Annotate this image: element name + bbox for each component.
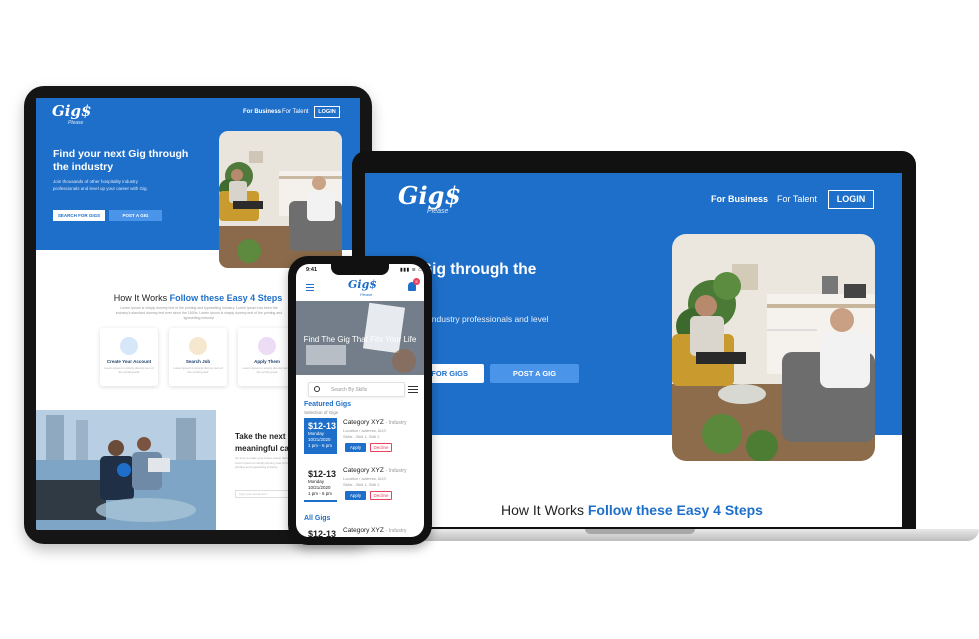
laptop-hero-photo — [672, 234, 875, 461]
job-industry: - Industry — [385, 528, 407, 534]
tablet-search-gigs-button[interactable]: SEARCH FOR GIGS — [53, 210, 105, 221]
job-category-name: Category XYZ — [343, 467, 384, 474]
phone-logo-tagline: Please — [360, 292, 373, 297]
laptop-nav-for-talent[interactable]: For Talent — [777, 194, 817, 204]
search-input[interactable]: Search By Skills — [308, 382, 405, 397]
featured-gigs-title: Featured Gigs — [304, 401, 352, 408]
tablet-take-next-step-text: It's time to make your future career dec… — [235, 456, 294, 469]
step-text: Lorem Ipsum is simply dummy text of the … — [104, 366, 154, 374]
step-text: Lorem Ipsum is simply dummy text of the … — [173, 366, 223, 374]
job-date-block: $12-13 Monday 10/21/2020 1 pm - 6 pm — [304, 466, 337, 502]
user-icon — [120, 337, 138, 355]
tablet-meeting-photo — [36, 410, 216, 530]
job-price: $12-13 — [308, 529, 337, 537]
tablet-how-prefix: How It Works — [113, 293, 168, 303]
job-skills: Skills - Skill 1, Skill 2 — [343, 434, 380, 439]
job-category: Category XYZ - Industry — [343, 467, 406, 474]
job-category-name: Category XYZ — [343, 419, 384, 426]
tablet-step-card[interactable]: Create Your Account Lorem Ipsum is simpl… — [100, 328, 158, 386]
job-location: Location / address, AUS — [343, 476, 386, 481]
tablet-email-input[interactable]: Type your email here — [235, 490, 295, 498]
step-title: Search Job — [185, 359, 211, 364]
job-category-name: Category XYZ — [343, 527, 384, 534]
featured-gigs-subtitle: Selection of Gigs — [304, 410, 339, 415]
job-date-block: $12-13 — [304, 526, 337, 537]
filter-icon[interactable] — [408, 386, 418, 394]
laptop-how-prefix: How It Works — [501, 502, 584, 518]
search-icon — [189, 337, 207, 355]
tablet-step-card[interactable]: Search Job Lorem Ipsum is simply dummy t… — [169, 328, 227, 386]
tablet-login-button[interactable]: LOGIN — [314, 106, 340, 118]
apply-button[interactable]: Apply — [345, 491, 366, 500]
tablet-hero-photo — [219, 131, 342, 268]
job-skills: Skills - Skill 1, Skill 2 — [343, 482, 380, 487]
laptop-login-button[interactable]: LOGIN — [828, 190, 874, 209]
tablet-headline: Find your next Gig through the industry — [53, 148, 189, 173]
laptop-nav-for-business[interactable]: For Business — [711, 194, 768, 204]
laptop-logo-tagline: Please — [427, 208, 449, 215]
job-category: Category XYZ - Industry — [343, 527, 406, 534]
job-location: Location / address, AUS — [343, 428, 386, 433]
phone-banner: Find The Gig That Fits Your Life — [296, 301, 424, 375]
laptop-post-gig-button[interactable]: POST A GIG — [490, 364, 579, 383]
laptop-notch — [585, 529, 695, 534]
hamburger-menu-icon[interactable] — [306, 284, 314, 291]
search-placeholder: Search By Skills — [331, 387, 368, 393]
job-price: $12-13 — [308, 421, 337, 431]
step-text: Lorem Ipsum is simply dummy text of the … — [242, 366, 292, 374]
job-card[interactable]: $12-13 Monday 10/21/2020 1 pm - 6 pm Cat… — [304, 466, 424, 510]
status-time: 9:41 — [306, 267, 318, 273]
decline-button[interactable]: Decline — [370, 491, 392, 500]
tablet-post-gig-button[interactable]: POST A GIG — [109, 210, 162, 221]
tablet-logo-tagline: Please — [68, 120, 84, 126]
job-date-block: $12-13 Monday 10/21/2020 1 pm - 6 pm — [304, 418, 337, 454]
tablet-subtext: Join thousands of other hospitality indu… — [53, 179, 148, 191]
apply-button[interactable]: Apply — [345, 443, 366, 452]
tablet-logo[interactable]: Gig$ — [52, 102, 91, 120]
laptop-logo[interactable]: Gig$ — [398, 181, 461, 210]
job-industry: - Industry — [385, 468, 407, 474]
job-price: $12-13 — [308, 469, 337, 479]
job-card[interactable]: $12-13 Category XYZ - Industry — [304, 526, 424, 537]
job-industry: - Industry — [385, 420, 407, 426]
status-icons: ▮▮▮ ≋ ▭ — [400, 267, 424, 273]
tablet-nav-for-business[interactable]: For Business — [243, 109, 281, 115]
tablet-how-description: Lorem Ipsum is simply dummy text of the … — [115, 306, 283, 320]
job-category: Category XYZ - Industry — [343, 419, 406, 426]
job-hours: 1 pm - 6 pm — [308, 491, 333, 496]
laptop-device: Gig$ Please For Business For Talent LOGI… — [352, 151, 916, 529]
phone-screen: 9:41 ▮▮▮ ≋ ▭ Gig$ Please 5 Find The Gig … — [296, 264, 424, 537]
laptop-how-it-works-title: How It Works Follow these Easy 4 Steps — [501, 502, 763, 518]
job-hours: 1 pm - 6 pm — [308, 443, 333, 448]
laptop-how-emph: Follow these Easy 4 Steps — [587, 502, 763, 518]
device-mockup-stage: Gig$ Please For Business For Talent LOGI… — [0, 0, 979, 639]
job-card[interactable]: $12-13 Monday 10/21/2020 1 pm - 6 pm Cat… — [304, 418, 424, 462]
phone-banner-title: Find The Gig That Fits Your Life — [303, 335, 417, 344]
tablet-nav-for-talent[interactable]: For Talent — [282, 109, 309, 115]
step-title: Create Your Account — [106, 359, 152, 364]
phone-device: 9:41 ▮▮▮ ≋ ▭ Gig$ Please 5 Find The Gig … — [288, 256, 432, 545]
laptop-screen: Gig$ Please For Business For Talent LOGI… — [365, 173, 902, 527]
phone-notch — [331, 264, 389, 275]
decline-button[interactable]: Decline — [370, 443, 392, 452]
checklist-icon — [258, 337, 276, 355]
all-gigs-title: All Gigs — [304, 515, 331, 522]
phone-logo[interactable]: Gig$ — [348, 278, 377, 291]
tablet-how-emph: Follow these Easy 4 Steps — [169, 293, 283, 303]
notification-badge: 5 — [413, 278, 420, 285]
search-icon — [314, 386, 320, 392]
